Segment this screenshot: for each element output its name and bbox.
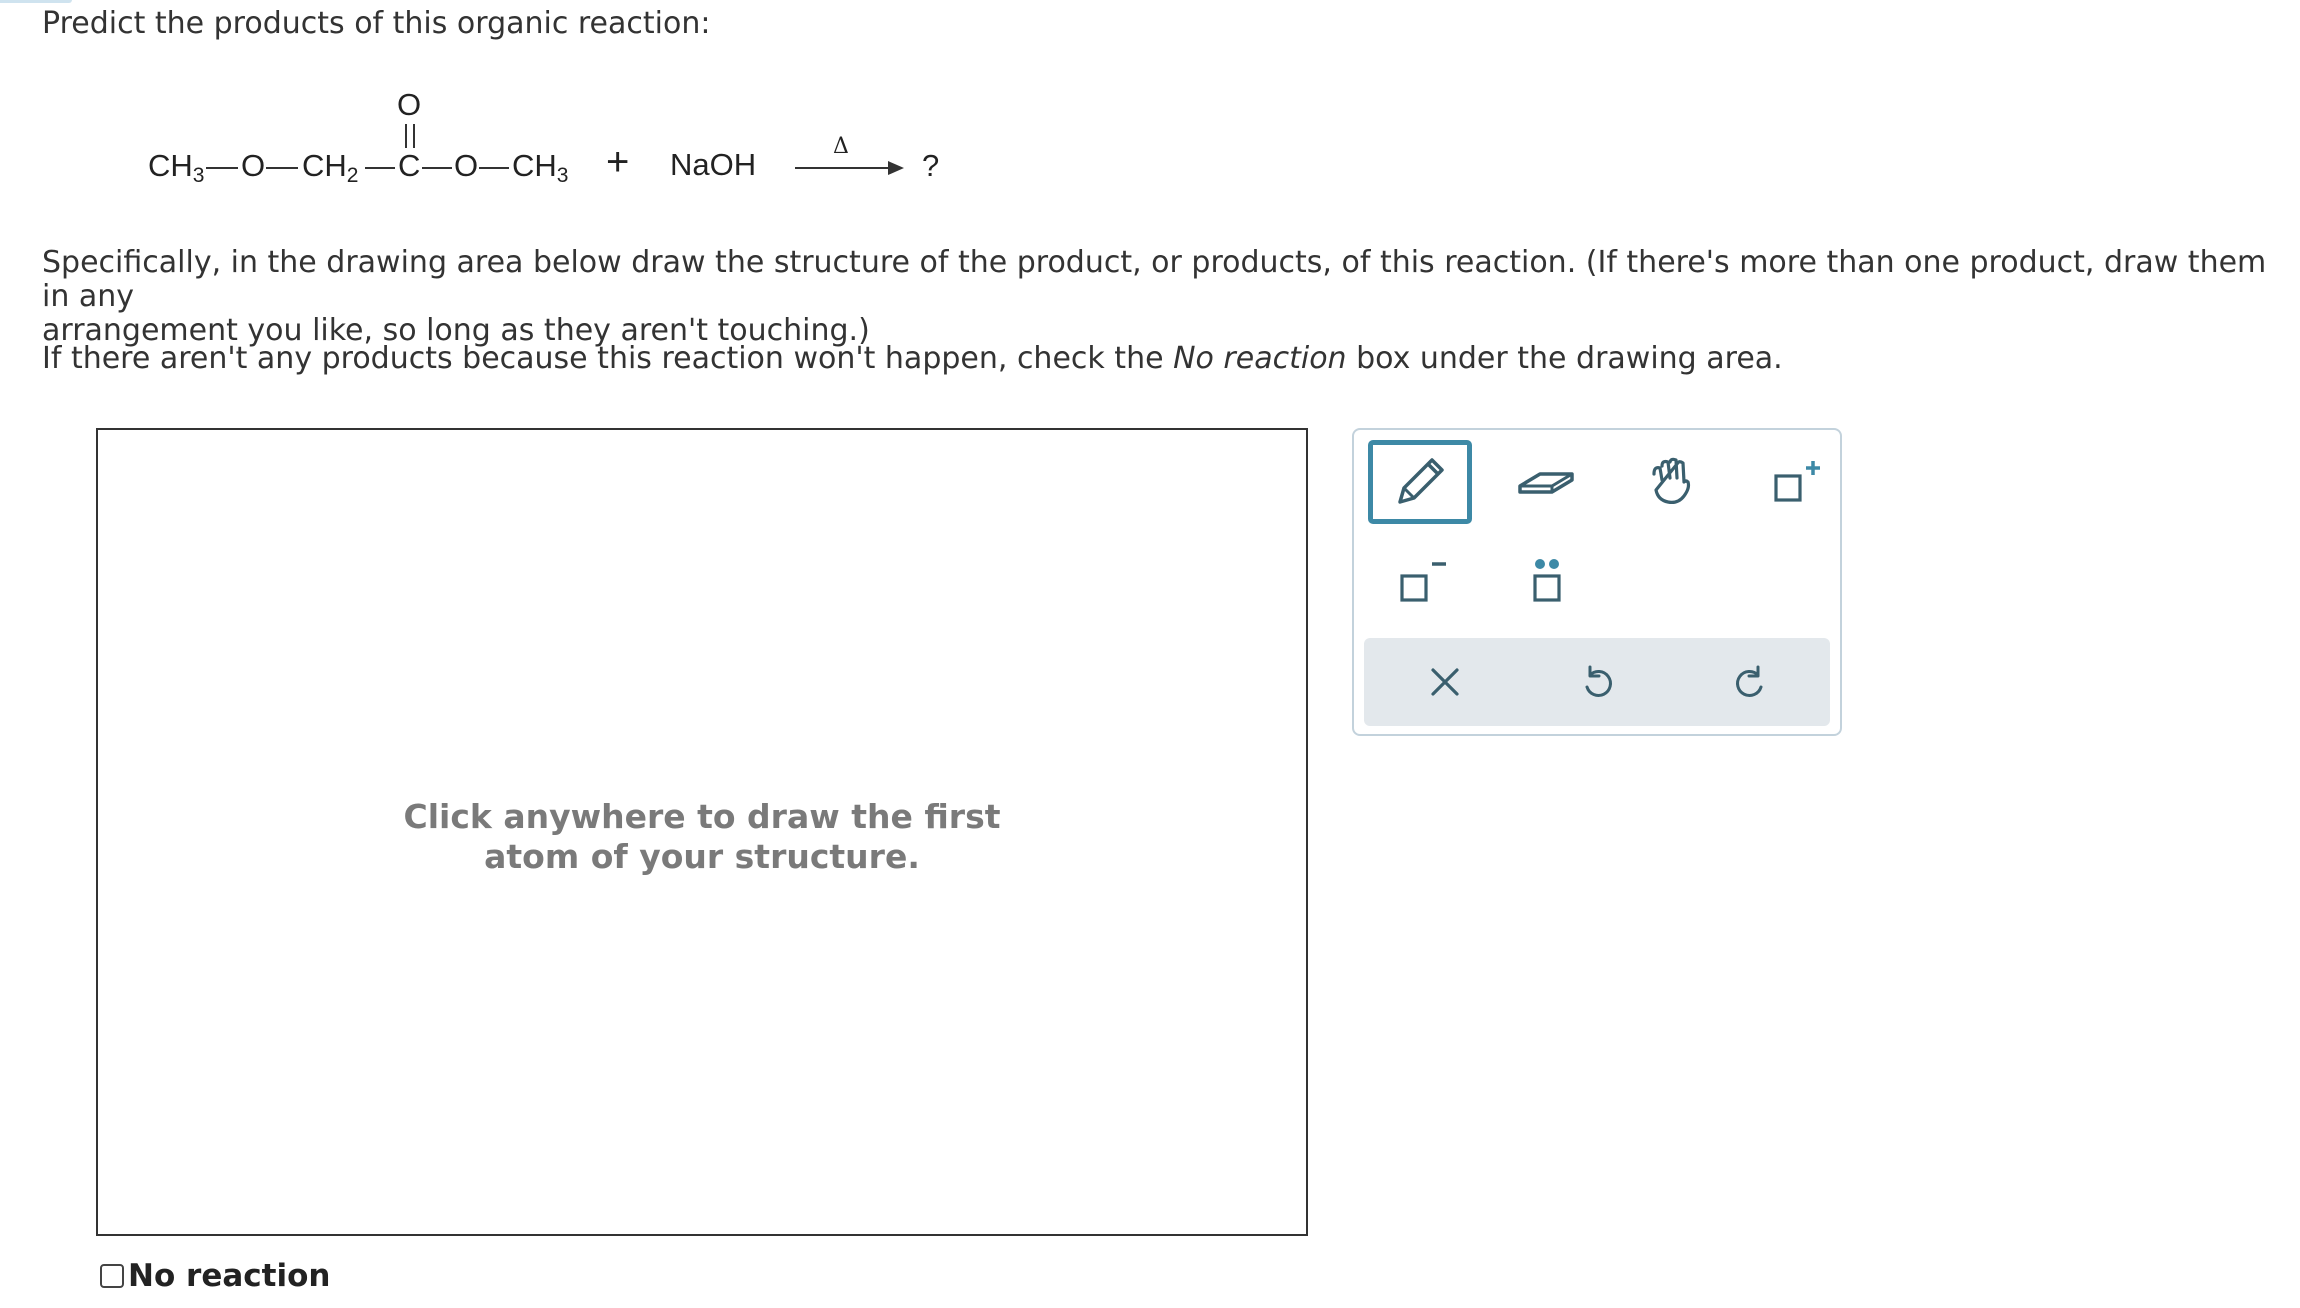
plus-sign: + <box>606 140 630 184</box>
double-bond <box>405 124 407 148</box>
negative-charge-icon <box>1400 562 1446 602</box>
positive-charge-icon <box>1774 461 1820 502</box>
bond <box>365 167 395 169</box>
undo-button[interactable] <box>1545 640 1649 724</box>
pencil-icon <box>1398 458 1444 504</box>
heat-condition: Δ <box>833 134 849 159</box>
carbonyl-oxygen: O <box>397 87 422 122</box>
ether-oxygen: O <box>241 148 266 183</box>
double-bond <box>413 124 415 148</box>
no-reaction-option[interactable]: No reaction <box>100 1258 330 1294</box>
eraser-icon <box>1518 472 1574 494</box>
methylene: CH2 <box>302 148 359 187</box>
product-placeholder: ? <box>922 148 940 183</box>
reaction-arrow-head <box>888 161 904 175</box>
eraser-tool-button[interactable] <box>1494 440 1598 524</box>
reaction-arrow <box>795 167 893 169</box>
reaction-equation: CH3 O CH2 O C O CH3 + NaOH Δ ? <box>0 0 1000 200</box>
methyl-left: CH3 <box>148 148 205 187</box>
undo-icon <box>1585 665 1612 697</box>
add-positive-charge-button[interactable] <box>1742 440 1846 524</box>
bond <box>422 167 452 169</box>
bond <box>206 167 238 169</box>
hand-tool-button[interactable] <box>1618 440 1722 524</box>
ester-oxygen: O <box>454 148 479 183</box>
bond <box>479 167 509 169</box>
carbonyl-carbon: C <box>398 148 421 183</box>
reagent-naoh: NaOH <box>670 147 757 182</box>
redo-button[interactable] <box>1699 640 1803 724</box>
add-negative-charge-button[interactable] <box>1368 540 1472 624</box>
clear-button[interactable] <box>1393 640 1497 724</box>
hand-icon <box>1652 457 1691 504</box>
pencil-tool-button[interactable] <box>1368 440 1472 524</box>
no-reaction-checkbox[interactable] <box>100 1264 124 1288</box>
clear-icon <box>1431 668 1459 696</box>
redo-icon <box>1736 665 1763 697</box>
lone-pair-icon <box>1533 559 1561 602</box>
action-bar <box>1364 638 1830 726</box>
methyl-right: CH3 <box>512 148 569 187</box>
no-reaction-label[interactable]: No reaction <box>128 1258 330 1294</box>
drawing-toolbox <box>1352 428 1842 736</box>
drawing-area[interactable]: Click anywhere to draw the first atom of… <box>96 428 1308 1236</box>
drawing-hint: Click anywhere to draw the first atom of… <box>403 797 1001 876</box>
add-lone-pair-button[interactable] <box>1494 540 1598 624</box>
bond <box>266 167 298 169</box>
no-reaction-instructions: If there aren't any products because thi… <box>42 341 1783 376</box>
instructions: Specifically, in the drawing area below … <box>42 245 2267 348</box>
